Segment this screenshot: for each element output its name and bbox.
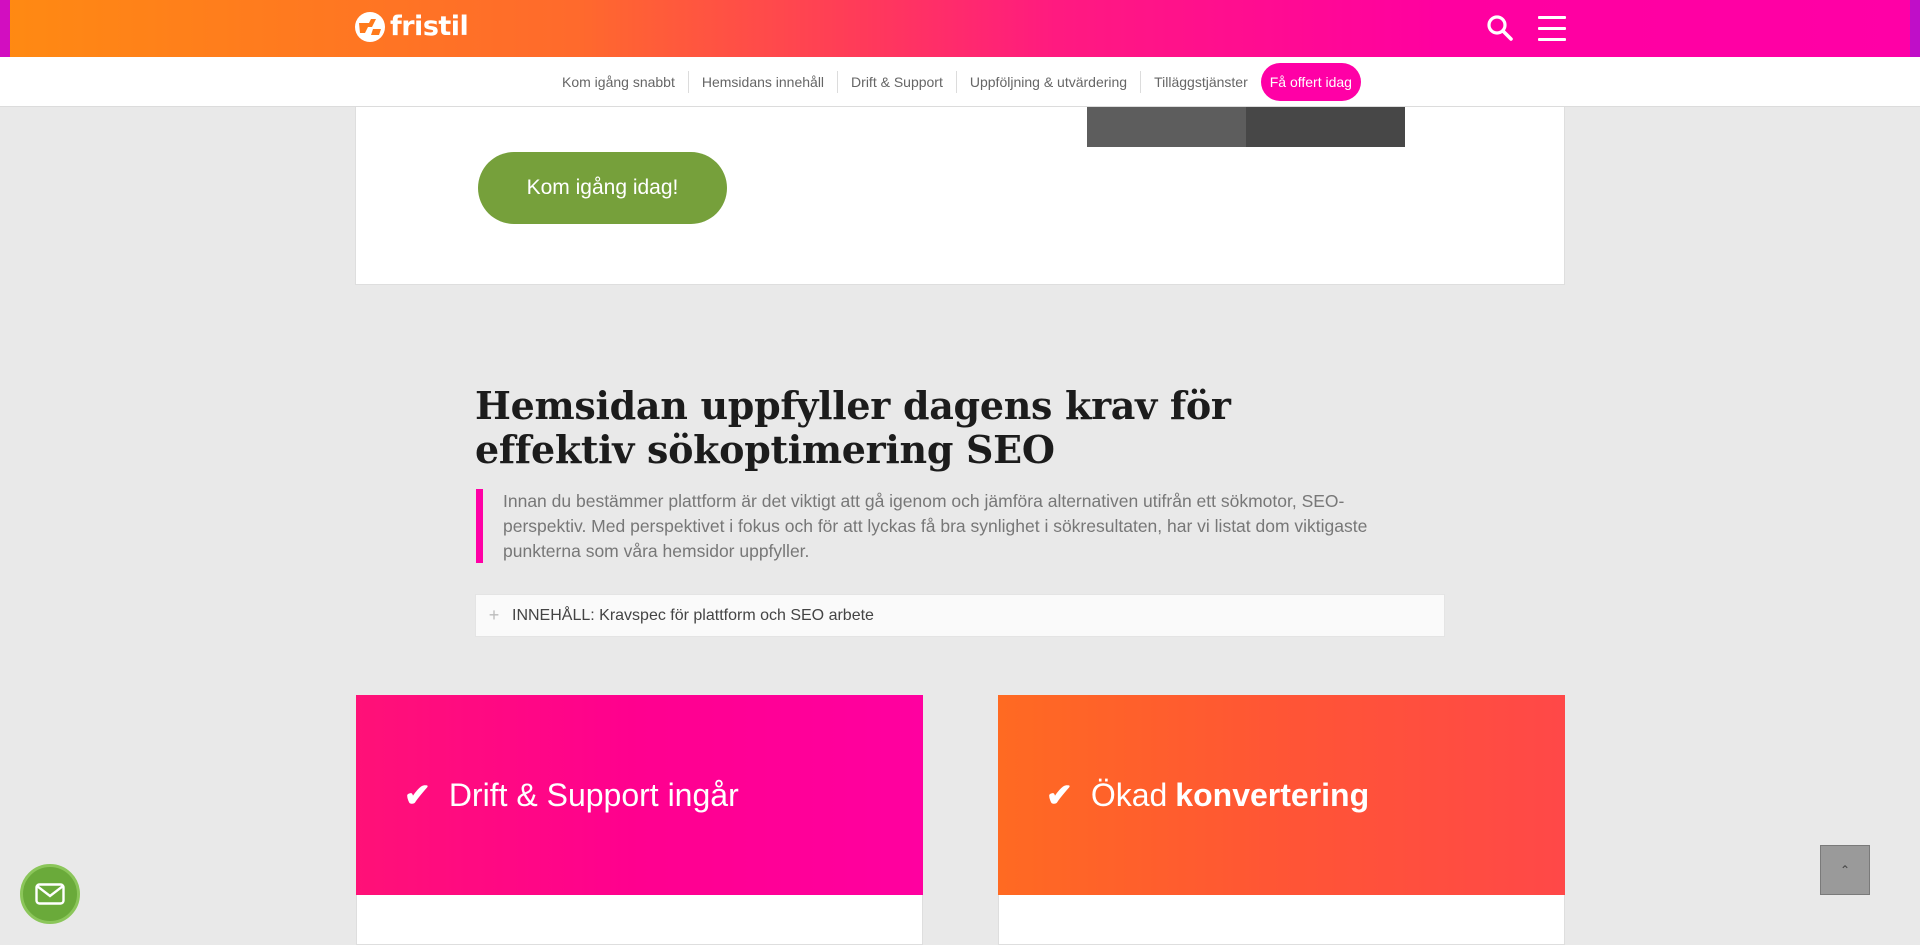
header-edge-right <box>1910 0 1920 57</box>
subnav-item-uppfoljning[interactable]: Uppföljning & utvärdering <box>955 70 1140 93</box>
feature-box-drift-support: ✔ Drift & Support ingår <box>356 695 923 895</box>
feature-box-konvertering: ✔ Ökad konvertering <box>998 695 1565 895</box>
hamburger-menu-icon[interactable] <box>1538 16 1566 42</box>
plus-icon: + <box>488 605 500 625</box>
feature-text: Drift & Support ingår <box>448 776 739 813</box>
checkmark-icon: ✔ <box>1046 777 1073 813</box>
screenshot-image <box>1087 107 1405 147</box>
feature-text: Ökad <box>1090 776 1168 813</box>
section-title: Hemsidan uppfyller dagens krav för effek… <box>475 383 1231 472</box>
section-intro-quote: Innan du bestämmer plattform är det vikt… <box>476 489 1416 563</box>
checkmark-icon: ✔ <box>404 777 431 813</box>
get-started-button[interactable]: Kom igång idag! <box>478 152 727 224</box>
section-subnav: Kom igång snabbt Hemsidans innehåll Drif… <box>0 57 1920 107</box>
toggle-label: INNEHÅLL: Kravspec för plattform och SEO… <box>512 606 874 624</box>
intro-card: Kom igång idag! <box>355 107 1565 285</box>
subnav-item-drift-support[interactable]: Drift & Support <box>837 70 956 93</box>
subnav-item-kom-igang[interactable]: Kom igång snabbt <box>549 71 688 93</box>
get-quote-button[interactable]: Få offert idag <box>1260 62 1361 101</box>
top-header: fristil <box>0 0 1920 57</box>
fristil-logo-icon <box>355 12 385 42</box>
logo-text: fristil <box>390 11 469 42</box>
fristil-logo[interactable]: fristil <box>354 10 469 44</box>
feature-text-strong: konvertering <box>1175 776 1370 813</box>
search-icon[interactable] <box>1486 14 1514 42</box>
feature-box-body <box>998 895 1565 945</box>
header-edge-left <box>0 0 10 57</box>
content-toggle[interactable]: + INNEHÅLL: Kravspec för plattform och S… <box>475 594 1445 637</box>
mail-icon[interactable] <box>20 864 80 924</box>
subnav-item-tillaggstjanster[interactable]: Tilläggstjänster <box>1140 70 1261 93</box>
subnav-item-hemsidans-innehall[interactable]: Hemsidans innehåll <box>687 70 837 93</box>
scroll-to-top-button[interactable]: ⌃ <box>1820 845 1870 895</box>
feature-box-body <box>356 895 923 945</box>
